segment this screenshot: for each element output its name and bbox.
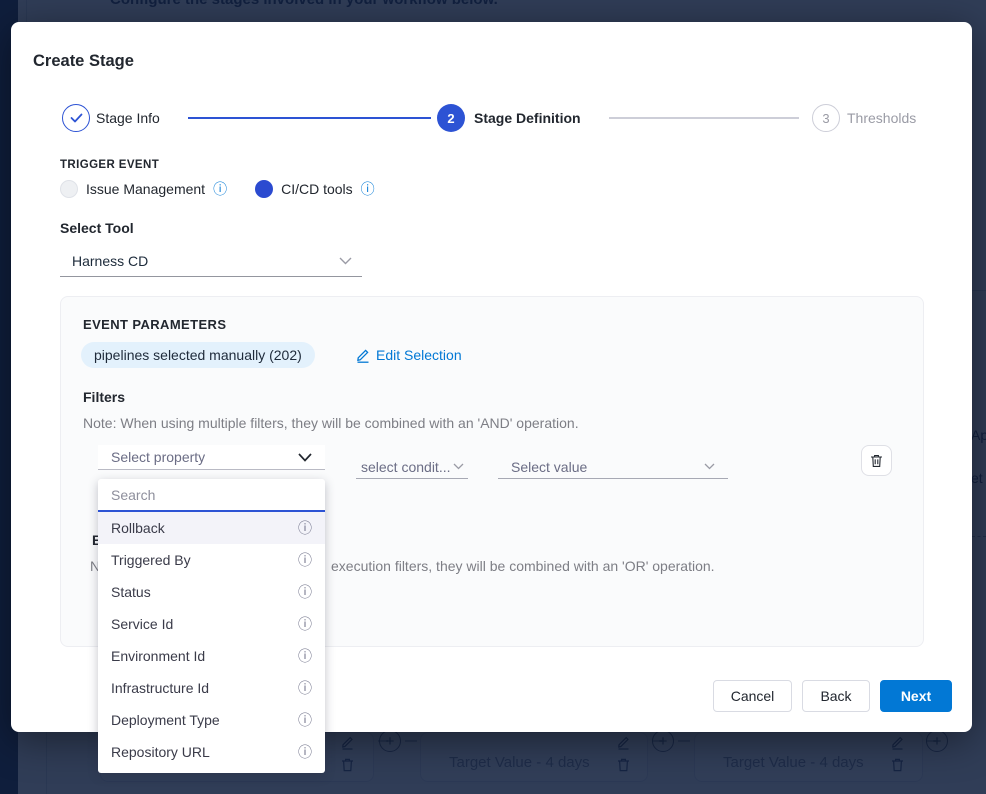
filters-heading: Filters xyxy=(83,389,125,405)
trash-icon xyxy=(870,454,883,468)
dropdown-search[interactable] xyxy=(98,479,325,512)
select-tool-dropdown[interactable]: Harness CD xyxy=(60,246,362,277)
dropdown-option-triggered-by[interactable]: Triggered By ⓘ xyxy=(98,544,325,576)
info-icon[interactable]: ⓘ xyxy=(298,713,312,727)
next-button[interactable]: Next xyxy=(880,680,952,712)
dropdown-option-label: Service Id xyxy=(111,616,173,632)
chevron-down-icon xyxy=(298,453,312,462)
step-number: 3 xyxy=(822,111,829,126)
edit-icon xyxy=(356,348,370,363)
radio-cicd-tools[interactable] xyxy=(255,180,273,198)
step-stage-info[interactable] xyxy=(62,104,90,132)
step-stage-definition-label: Stage Definition xyxy=(474,104,581,132)
info-icon[interactable]: ⓘ xyxy=(298,681,312,695)
info-icon[interactable]: ⓘ xyxy=(298,585,312,599)
execution-note-fragment: execution filters, they will be combined… xyxy=(331,558,715,574)
pipelines-selected-chip: pipelines selected manually (202) xyxy=(81,342,315,368)
info-icon[interactable]: ⓘ xyxy=(298,649,312,663)
dropdown-option-label: Triggered By xyxy=(111,552,191,568)
cancel-button[interactable]: Cancel xyxy=(713,680,792,712)
info-icon[interactable]: ⓘ xyxy=(361,182,375,196)
dropdown-option-service-id[interactable]: Service Id ⓘ xyxy=(98,608,325,640)
edit-selection-label: Edit Selection xyxy=(376,347,462,363)
chevron-down-icon xyxy=(339,257,352,265)
dropdown-option-repository-url[interactable]: Repository URL ⓘ xyxy=(98,736,325,768)
modal-title: Create Stage xyxy=(33,52,134,71)
event-parameters-panel: EVENT PARAMETERS pipelines selected manu… xyxy=(60,296,924,647)
back-button[interactable]: Back xyxy=(802,680,870,712)
radio-issue-management-label: Issue Management xyxy=(86,181,205,197)
select-property-dropdown[interactable]: Select property xyxy=(98,445,325,470)
info-icon[interactable]: ⓘ xyxy=(298,745,312,759)
dropdown-option-label: Rollback xyxy=(111,520,165,536)
dropdown-option-environment-id[interactable]: Environment Id ⓘ xyxy=(98,640,325,672)
property-dropdown-menu: Rollback ⓘ Triggered By ⓘ Status ⓘ Servi… xyxy=(98,479,325,773)
step-thresholds[interactable]: 3 xyxy=(812,104,840,132)
dropdown-option-label: Repository URL xyxy=(111,744,210,760)
step-number: 2 xyxy=(447,111,454,126)
event-parameters-heading: EVENT PARAMETERS xyxy=(83,317,226,332)
dropdown-option-label: Deployment Type xyxy=(111,712,220,728)
dropdown-option-infrastructure-id[interactable]: Infrastructure Id ⓘ xyxy=(98,672,325,704)
select-condition-dropdown[interactable]: select condit... xyxy=(356,455,468,479)
step-stage-definition[interactable]: 2 xyxy=(437,104,465,132)
dropdown-option-label: Infrastructure Id xyxy=(111,680,209,696)
dropdown-option-rollback[interactable]: Rollback ⓘ xyxy=(98,512,325,544)
info-icon[interactable]: ⓘ xyxy=(298,521,312,535)
trigger-event-label: TRIGGER EVENT xyxy=(60,159,159,171)
select-value-dropdown[interactable]: Select value xyxy=(498,455,728,479)
select-condition-placeholder: select condit... xyxy=(361,459,451,475)
info-icon[interactable]: ⓘ xyxy=(298,617,312,631)
info-icon[interactable]: ⓘ xyxy=(213,182,227,196)
screen: Configure the stages involved in your wo… xyxy=(0,0,986,794)
search-input[interactable] xyxy=(98,479,325,510)
info-icon[interactable]: ⓘ xyxy=(298,553,312,567)
filters-note: Note: When using multiple filters, they … xyxy=(83,415,579,431)
step-thresholds-label: Thresholds xyxy=(847,104,916,132)
step-stage-info-label: Stage Info xyxy=(96,104,160,132)
select-property-placeholder: Select property xyxy=(111,449,205,465)
select-tool-value: Harness CD xyxy=(72,253,148,269)
chevron-down-icon xyxy=(704,463,715,470)
radio-cicd-tools-label: CI/CD tools xyxy=(281,181,353,197)
delete-filter-button[interactable] xyxy=(861,445,892,476)
create-stage-modal: Create Stage Stage Info 2 Stage Definiti… xyxy=(11,22,972,732)
dropdown-option-deployment-type[interactable]: Deployment Type ⓘ xyxy=(98,704,325,736)
dropdown-option-label: Environment Id xyxy=(111,648,205,664)
select-value-placeholder: Select value xyxy=(511,459,587,475)
select-tool-label: Select Tool xyxy=(60,220,134,236)
dropdown-option-status[interactable]: Status ⓘ xyxy=(98,576,325,608)
dropdown-option-label: Status xyxy=(111,584,151,600)
step-connector xyxy=(609,117,799,119)
check-icon xyxy=(70,113,83,123)
chevron-down-icon xyxy=(453,463,464,470)
edit-selection-link[interactable]: Edit Selection xyxy=(356,347,462,363)
trigger-event-options: Issue Management ⓘ CI/CD tools ⓘ xyxy=(60,180,375,198)
radio-issue-management[interactable] xyxy=(60,180,78,198)
step-connector xyxy=(188,117,431,119)
